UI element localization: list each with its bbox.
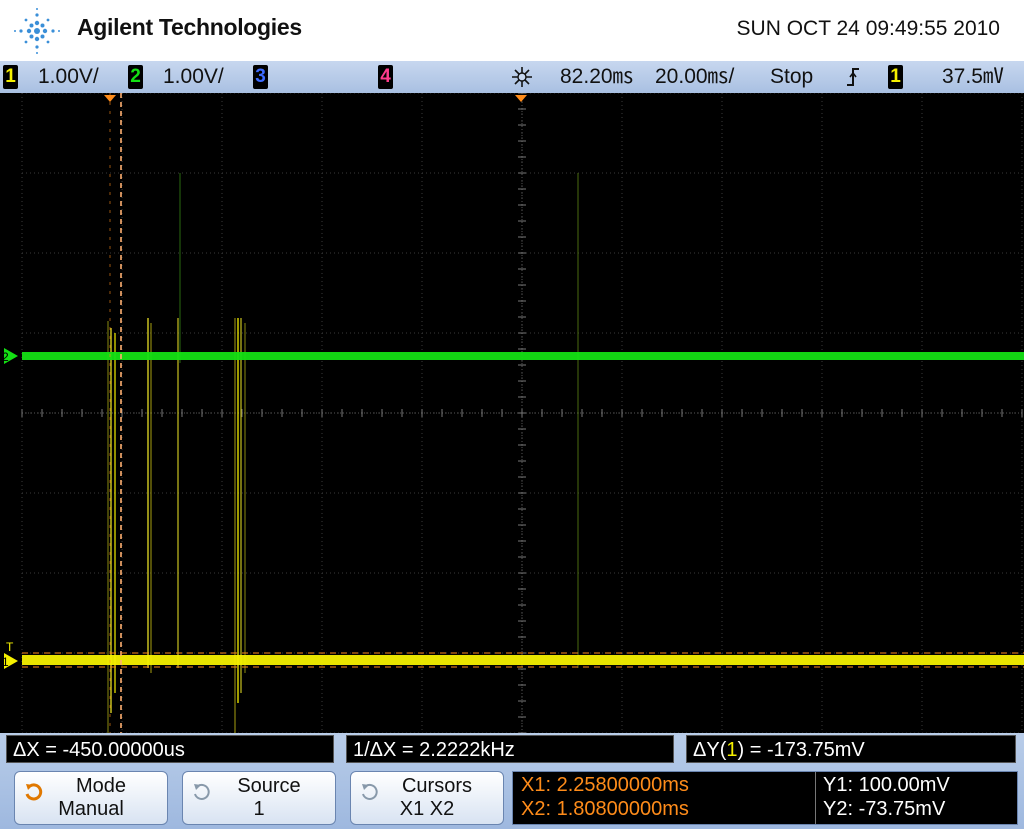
ch2-badge[interactable]: 2 — [128, 65, 143, 89]
delta-y-suffix: ) = -173.75mV — [737, 739, 865, 761]
waveform-display[interactable]: 2 1 T — [0, 93, 1024, 733]
x2-readout: X2: 1.80800000ms — [521, 798, 689, 820]
run-state: Stop — [770, 65, 814, 88]
readout-divider — [815, 772, 816, 824]
y2-readout: Y2: -73.75mV — [823, 798, 946, 820]
cursors-softkey[interactable]: Cursors X1 X2 — [350, 771, 504, 825]
cursors-value: X1 X2 — [399, 798, 455, 820]
mode-softkey[interactable]: Mode Manual — [14, 771, 168, 825]
date-time: SUN OCT 24 09:49:55 2010 — [736, 17, 1000, 40]
source-softkey[interactable]: Source 1 — [182, 771, 336, 825]
delta-x-readout: ΔX = -450.00000us — [6, 735, 334, 763]
cursor-x1-marker — [104, 95, 116, 102]
delay-value: 82.20㎳ — [560, 65, 634, 88]
mode-label: Mode — [75, 775, 127, 797]
ch2-trace — [22, 352, 1024, 360]
timebase-value: 20.00㎳/ — [655, 65, 735, 88]
source-label: Source — [237, 775, 301, 797]
header-bar: Agilent Technologies SUN OCT 24 09:49:55… — [0, 0, 1024, 61]
cursors-label: Cursors — [401, 775, 472, 797]
ch1-badge[interactable]: 1 — [3, 65, 18, 89]
trigger-level: 37.5㎷ — [942, 65, 1004, 88]
trigger-source-badge[interactable]: 1 — [888, 65, 903, 89]
delta-y-channel: 1 — [726, 739, 738, 761]
mode-value: Manual — [58, 798, 124, 820]
ch2-ground-marker: 2 — [2, 348, 18, 364]
delta-y-prefix: ΔY( — [693, 739, 727, 761]
waveform-layer: 2 1 T — [2, 93, 1024, 733]
source-value: 1 — [253, 798, 265, 820]
y1-readout: Y1: 100.00mV — [823, 774, 950, 796]
status-bar: 1 1.00V/ 2 1.00V/ 3 4 82.20㎳ 20.00㎳/ Sto… — [0, 61, 1024, 93]
ch3-badge[interactable]: 3 — [253, 65, 268, 89]
ch1-marker-label: 1 — [2, 655, 9, 669]
ch4-badge[interactable]: 4 — [378, 65, 393, 89]
delay-icon — [512, 67, 532, 87]
trigger-level-marker: T — [6, 640, 14, 654]
brand-name: Agilent Technologies — [77, 14, 302, 40]
ch2-scale: 1.00V/ — [163, 65, 224, 88]
bottom-panel: ΔX = -450.00000us 1/ΔX = 2.2222kHz ΔY(1)… — [0, 733, 1024, 829]
ch1-trace — [22, 655, 1024, 665]
rising-edge-icon — [847, 68, 859, 86]
inverse-delta-x-readout: 1/ΔX = 2.2222kHz — [346, 735, 674, 763]
ch1-ground-marker: 1 T — [2, 640, 18, 669]
ch1-scale: 1.00V/ — [38, 65, 99, 88]
ch2-marker-label: 2 — [2, 350, 9, 364]
delay-marker — [515, 95, 527, 102]
agilent-spark-logo — [14, 8, 60, 54]
delta-y-readout: ΔY(1) = -173.75mV — [686, 735, 1016, 763]
x1-readout: X1: 2.25800000ms — [521, 774, 689, 796]
cursor-readout-box: X1: 2.25800000ms X2: 1.80800000ms Y1: 10… — [512, 771, 1018, 825]
